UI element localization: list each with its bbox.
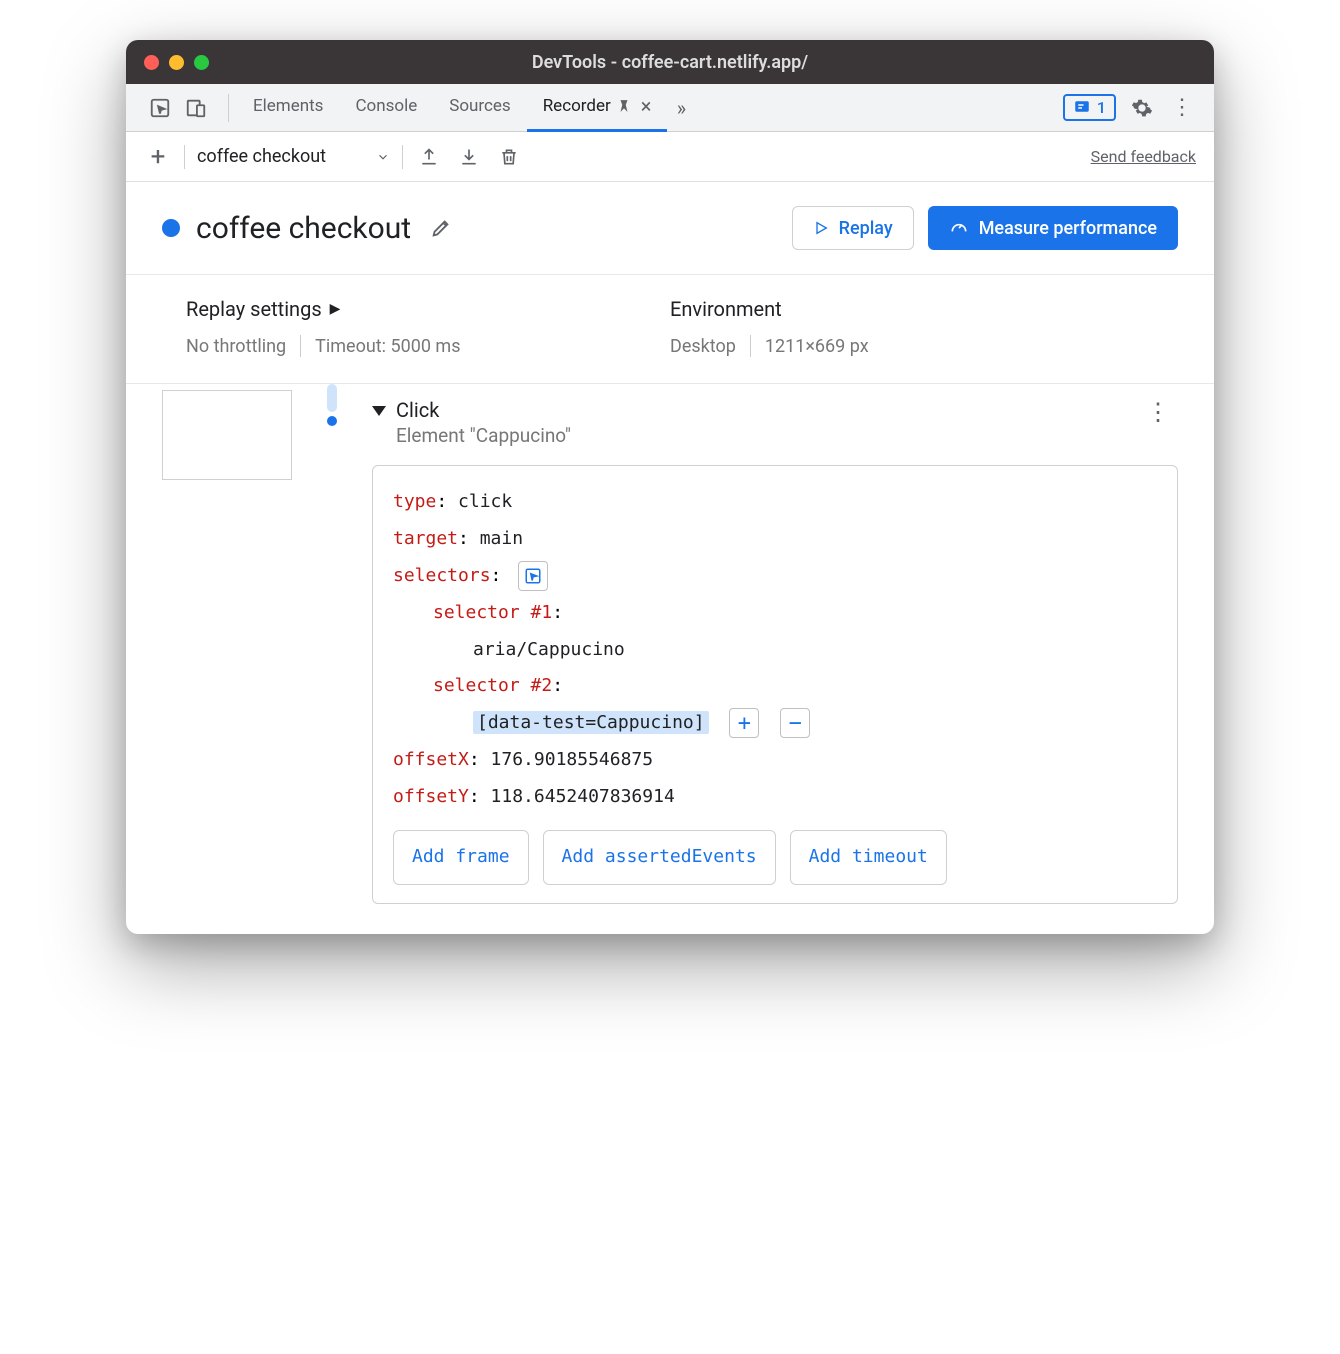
device-toggle-icon[interactable]	[182, 94, 210, 122]
add-recording-icon[interactable]: +	[144, 143, 172, 171]
issues-count: 1	[1097, 98, 1106, 117]
measure-label: Measure performance	[979, 218, 1157, 239]
add-frame-button[interactable]: Add frame	[393, 830, 529, 885]
add-selector-button[interactable]: +	[729, 708, 759, 738]
tab-recorder[interactable]: Recorder ×	[527, 84, 668, 132]
measure-performance-button[interactable]: Measure performance	[928, 206, 1178, 250]
prop-key: type	[393, 491, 436, 512]
settings-icon[interactable]	[1128, 94, 1156, 122]
delete-icon[interactable]	[495, 143, 523, 171]
divider	[750, 335, 751, 357]
window-title: DevTools - coffee-cart.netlify.app/	[126, 52, 1214, 73]
timeline-dot-icon	[327, 416, 337, 426]
prop-value[interactable]: click	[458, 491, 512, 512]
play-icon	[813, 220, 829, 236]
titlebar: DevTools - coffee-cart.netlify.app/	[126, 40, 1214, 84]
export-icon[interactable]	[415, 143, 443, 171]
step-properties: type: click target: main selectors: sele…	[372, 465, 1178, 904]
inspect-icon[interactable]	[146, 94, 174, 122]
gauge-icon	[949, 218, 969, 238]
more-tabs-icon[interactable]: »	[667, 94, 695, 122]
recording-title: coffee checkout	[196, 211, 411, 246]
prop-key: selector #2	[433, 675, 552, 696]
record-indicator-icon	[162, 219, 180, 237]
prop-key: selector #1	[433, 602, 552, 623]
replay-settings-toggle[interactable]: Replay settings ▶	[186, 297, 670, 321]
step-thumbnail[interactable]	[162, 390, 292, 480]
prop-key: target	[393, 528, 458, 549]
prop-value[interactable]: 176.90185546875	[491, 749, 654, 770]
pin-icon	[617, 99, 631, 113]
divider	[300, 335, 301, 357]
selector-value-active[interactable]: [data-test=Cappucino]	[473, 711, 709, 734]
recording-header: coffee checkout Replay Measure performan…	[126, 182, 1214, 275]
tab-sources[interactable]: Sources	[433, 84, 526, 132]
timeline-marker-icon	[327, 384, 337, 412]
prop-key: selectors	[393, 565, 491, 586]
traffic-lights	[144, 55, 209, 70]
add-asserted-events-button[interactable]: Add assertedEvents	[543, 830, 776, 885]
prop-key: offsetY	[393, 786, 469, 807]
replay-button[interactable]: Replay	[792, 206, 914, 250]
kebab-menu-icon[interactable]: ⋮	[1168, 94, 1196, 122]
prop-key: offsetX	[393, 749, 469, 770]
selector-value[interactable]: aria/Cappucino	[473, 639, 625, 660]
close-window-button[interactable]	[144, 55, 159, 70]
step-subtitle: Element "Cappucino"	[396, 424, 571, 447]
replay-settings-label: Replay settings	[186, 297, 322, 321]
tab-label: Recorder	[543, 96, 611, 116]
throttling-value: No throttling	[186, 336, 286, 357]
expand-step-icon[interactable]	[372, 406, 386, 416]
env-device: Desktop	[670, 336, 736, 357]
maximize-window-button[interactable]	[194, 55, 209, 70]
remove-selector-button[interactable]: −	[780, 708, 810, 738]
add-timeout-button[interactable]: Add timeout	[790, 830, 947, 885]
tab-elements[interactable]: Elements	[237, 84, 339, 132]
tabbar: Elements Console Sources Recorder × » 1 …	[126, 84, 1214, 132]
timeout-value: Timeout: 5000 ms	[315, 336, 460, 357]
recorder-toolbar: + coffee checkout Send feedback	[126, 132, 1214, 182]
env-dimensions: 1211×669 px	[765, 336, 869, 357]
edit-title-icon[interactable]	[427, 214, 455, 242]
environment-label: Environment	[670, 297, 1154, 321]
replay-label: Replay	[839, 218, 893, 239]
step-kebab-menu-icon[interactable]: ⋮	[1146, 398, 1178, 426]
tab-close-icon[interactable]: ×	[641, 94, 652, 118]
divider	[402, 145, 403, 169]
chevron-right-icon: ▶	[330, 301, 341, 317]
recording-name: coffee checkout	[197, 146, 326, 167]
recording-dropdown[interactable]: coffee checkout	[197, 146, 390, 167]
import-icon[interactable]	[455, 143, 483, 171]
timeline	[312, 384, 352, 904]
devtools-window: DevTools - coffee-cart.netlify.app/ Elem…	[126, 40, 1214, 934]
prop-value[interactable]: main	[480, 528, 523, 549]
issues-badge[interactable]: 1	[1063, 94, 1116, 121]
step-area: Click Element "Cappucino" ⋮ type: click …	[126, 384, 1214, 934]
minimize-window-button[interactable]	[169, 55, 184, 70]
prop-value[interactable]: 118.6452407836914	[491, 786, 675, 807]
divider	[184, 145, 185, 169]
tab-console[interactable]: Console	[339, 84, 433, 132]
send-feedback-link[interactable]: Send feedback	[1091, 147, 1196, 166]
step-title: Click	[396, 398, 571, 422]
settings-row: Replay settings ▶ No throttling Timeout:…	[126, 275, 1214, 384]
divider	[228, 94, 229, 122]
pick-selector-icon[interactable]	[518, 561, 548, 591]
chevron-down-icon	[376, 150, 390, 164]
